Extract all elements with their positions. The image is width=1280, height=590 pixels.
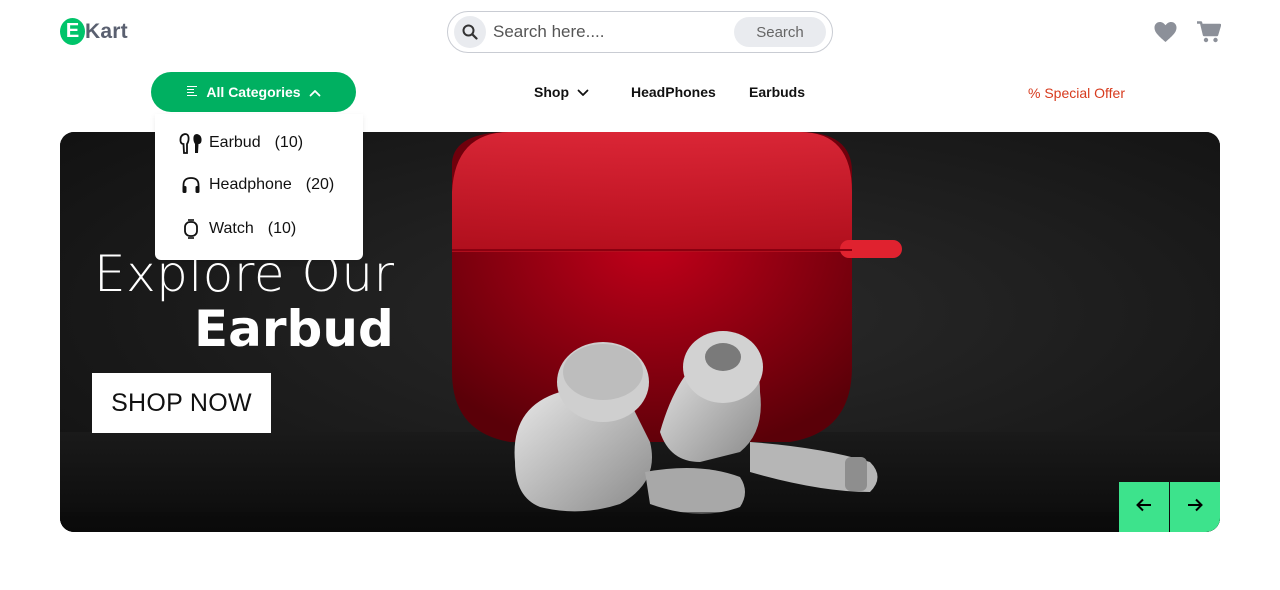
menu-icon: [186, 84, 198, 100]
watch-icon: [179, 219, 203, 239]
search-input[interactable]: [493, 22, 734, 42]
category-label: Watch: [209, 220, 254, 237]
category-item-headphone[interactable]: Headphone (20): [179, 175, 334, 195]
category-count: (10): [274, 134, 304, 151]
arrow-right-icon: [1187, 498, 1203, 517]
arrow-left-icon: [1136, 498, 1152, 517]
carousel-next-button[interactable]: [1170, 482, 1220, 532]
all-categories-button[interactable]: All Categories: [151, 72, 356, 112]
earbud-icon: [179, 131, 203, 155]
hero-title-line2: Earbud: [194, 300, 394, 358]
category-item-earbud[interactable]: Earbud (10): [179, 131, 303, 155]
categories-dropdown: Earbud (10) Headphone (20) Watch (10): [155, 114, 363, 260]
logo-text: Kart: [85, 19, 128, 43]
carousel-prev-button[interactable]: [1119, 482, 1169, 532]
search-button[interactable]: Search: [734, 17, 826, 47]
category-label: Headphone: [209, 176, 292, 193]
category-item-watch[interactable]: Watch (10): [179, 219, 296, 239]
chevron-up-icon: [309, 84, 321, 100]
headphone-icon: [179, 175, 203, 195]
nav-earbuds[interactable]: Earbuds: [749, 84, 805, 100]
category-count: (10): [267, 220, 297, 237]
category-label: Earbud: [209, 134, 261, 151]
nav-shop-label: Shop: [534, 84, 569, 100]
logo-badge: E: [60, 18, 85, 45]
chevron-down-icon: [577, 84, 589, 100]
logo[interactable]: E Kart: [60, 18, 128, 45]
cart-icon[interactable]: [1197, 21, 1222, 48]
nav-headphones[interactable]: HeadPhones: [631, 84, 716, 100]
nav-shop[interactable]: Shop: [534, 84, 589, 100]
search-icon: [454, 16, 486, 48]
search-bar: Search: [447, 11, 833, 53]
special-offer-link[interactable]: % Special Offer: [1028, 85, 1125, 101]
heart-icon[interactable]: [1153, 21, 1178, 48]
category-count: (20): [305, 176, 335, 193]
shop-now-button[interactable]: SHOP NOW: [92, 373, 271, 433]
all-categories-label: All Categories: [206, 84, 301, 100]
